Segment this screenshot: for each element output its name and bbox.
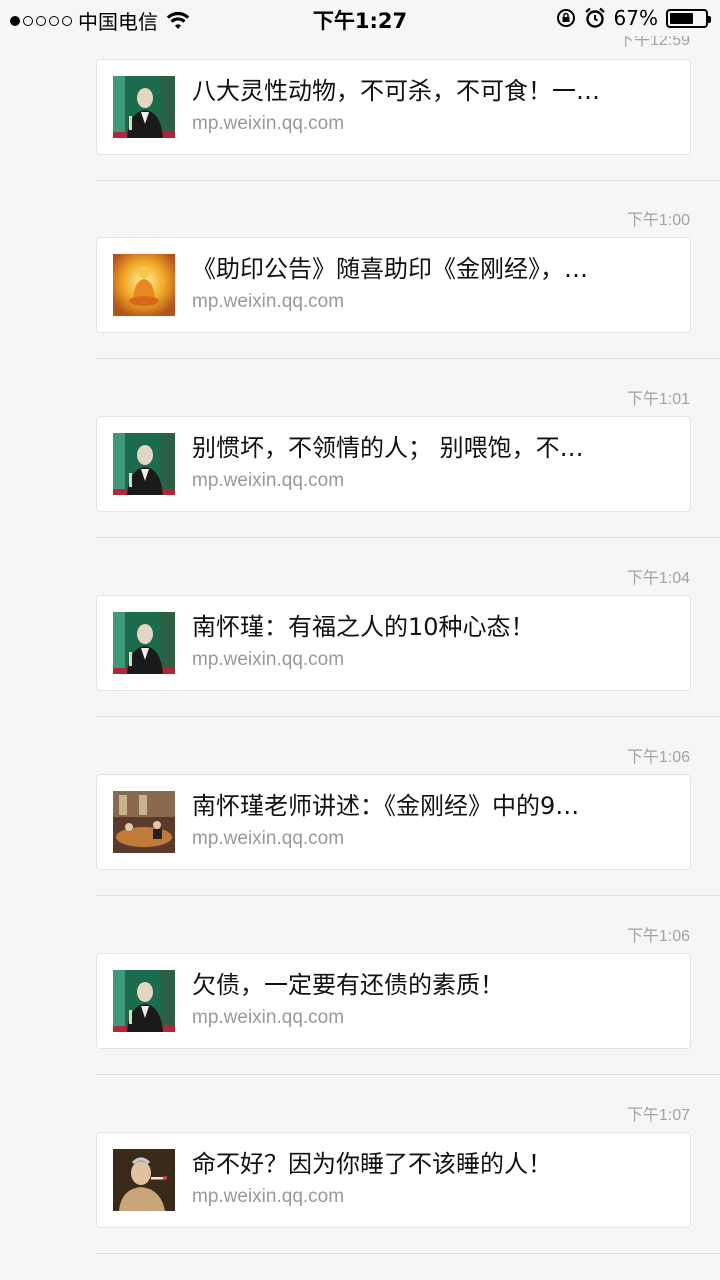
link-card[interactable]: 南怀瑾老师讲述：《金刚经》中的9… mp.weixin.qq.com: [96, 774, 691, 870]
divider: [96, 537, 720, 538]
link-card[interactable]: 八大灵性动物，不可杀，不可食！一… mp.weixin.qq.com: [96, 59, 691, 155]
lecture-room-icon: [113, 791, 175, 853]
battery-icon: [666, 8, 711, 28]
link-title: 命不好？因为你睡了不该睡的人！: [192, 1150, 552, 1178]
link-card[interactable]: 欠债，一定要有还债的素质！ mp.weixin.qq.com: [96, 953, 691, 1049]
link-card[interactable]: 命不好？因为你睡了不该睡的人！ mp.weixin.qq.com: [96, 1132, 691, 1228]
divider: [96, 895, 720, 896]
link-domain: mp.weixin.qq.com: [192, 470, 345, 491]
link-title: 南怀瑾：有福之人的10种心态！: [192, 613, 535, 641]
link-card[interactable]: 南怀瑾：有福之人的10种心态！ mp.weixin.qq.com: [96, 595, 691, 691]
message-timestamp: 下午1:06: [626, 928, 690, 945]
link-title: 《助印公告》随喜助印《金刚经》，…: [192, 255, 588, 283]
elder-portrait-icon: [113, 970, 175, 1032]
divider: [96, 716, 720, 717]
elder-portrait-icon: [113, 612, 175, 674]
link-title: 欠债，一定要有还债的素质！: [192, 971, 504, 999]
link-title: 八大灵性动物，不可杀，不可食！一…: [192, 77, 600, 105]
divider: [96, 1074, 720, 1075]
link-card[interactable]: 《助印公告》随喜助印《金刚经》，… mp.weixin.qq.com: [96, 237, 691, 333]
divider: [96, 358, 720, 359]
link-domain: mp.weixin.qq.com: [192, 1007, 345, 1028]
link-domain: mp.weixin.qq.com: [192, 113, 345, 134]
message-timestamp: 下午1:07: [626, 1107, 690, 1124]
message-timestamp: 下午1:06: [626, 749, 690, 766]
message-timestamp: 下午1:01: [626, 391, 690, 408]
divider: [96, 1253, 720, 1254]
status-bar: 中国电信 下午1:27 67%: [0, 0, 720, 36]
link-domain: mp.weixin.qq.com: [192, 1186, 345, 1207]
rotation-lock-icon: [556, 9, 575, 27]
link-title: 南怀瑾老师讲述：《金刚经》中的9…: [192, 792, 580, 820]
link-domain: mp.weixin.qq.com: [192, 828, 345, 849]
message-timestamp: 下午1:00: [626, 212, 690, 229]
elder-portrait-icon: [113, 433, 175, 495]
battery-percent: 67%: [613, 6, 658, 30]
divider: [96, 180, 720, 181]
link-title: 别惯坏，不领情的人； 别喂饱，不…: [192, 434, 584, 462]
alarm-icon: [584, 7, 605, 28]
buddha-icon: [113, 254, 175, 316]
message-timestamp: 下午1:04: [626, 570, 690, 587]
elder-smoking-icon: [113, 1149, 175, 1211]
link-card[interactable]: 别惯坏，不领情的人； 别喂饱，不… mp.weixin.qq.com: [96, 416, 691, 512]
elder-portrait-icon: [113, 76, 175, 138]
link-domain: mp.weixin.qq.com: [192, 291, 345, 312]
link-domain: mp.weixin.qq.com: [192, 649, 345, 670]
